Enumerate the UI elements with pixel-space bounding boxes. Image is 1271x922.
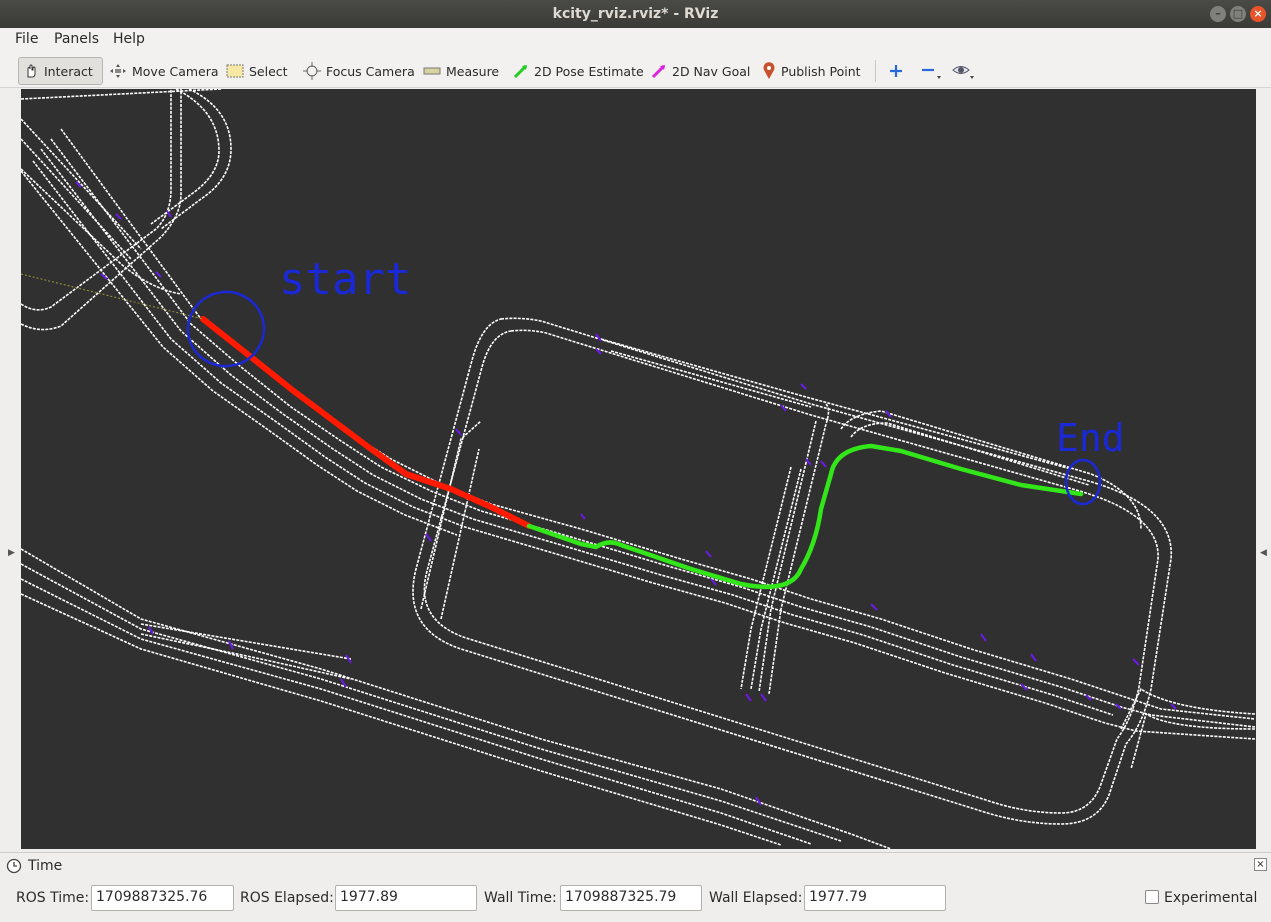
- wall-time-field[interactable]: 1709887325.79: [560, 885, 702, 911]
- clock-icon: [6, 858, 22, 874]
- eye-icon: [952, 66, 974, 79]
- time-panel-title: Time: [28, 858, 63, 874]
- menu-panels-label: Panels: [54, 31, 100, 47]
- start-annotation-label: start: [279, 254, 411, 305]
- stop-line-markers: [75, 181, 1177, 806]
- hand-pointer-icon: [27, 64, 36, 78]
- window-title: kcity_rviz.rviz* - RViz: [552, 6, 719, 22]
- expand-left-icon: ▶: [8, 548, 15, 558]
- pose-estimate-tool-button[interactable]: 2D Pose Estimate: [509, 57, 648, 85]
- pose-estimate-label: 2D Pose Estimate: [534, 63, 644, 79]
- wall-elapsed-field[interactable]: 1977.79: [804, 885, 946, 911]
- publish-point-tool-button[interactable]: Publish Point: [758, 57, 865, 85]
- ruler-icon: [423, 67, 441, 75]
- menu-file[interactable]: File: [15, 31, 38, 47]
- close-button[interactable]: ×: [1250, 6, 1266, 22]
- view-options-button[interactable]: [948, 57, 980, 85]
- minimize-button[interactable]: –: [1210, 6, 1226, 22]
- menu-file-label: File: [15, 31, 39, 47]
- interact-tool-button[interactable]: Interact: [18, 57, 103, 85]
- remove-tool-button[interactable]: [916, 57, 946, 85]
- end-annotation: End: [1056, 416, 1125, 506]
- magenta-arrow-icon: [651, 64, 666, 79]
- focus-camera-tool-button[interactable]: Focus Camera: [299, 57, 419, 85]
- menubar: File Panels Help: [0, 28, 1271, 52]
- ros-time-field[interactable]: 1709887325.76: [91, 885, 234, 911]
- map-canvas: start End: [21, 89, 1256, 849]
- focus-camera-label: Focus Camera: [326, 63, 415, 79]
- window-titlebar: kcity_rviz.rviz* - RViz – □ ×: [0, 0, 1271, 28]
- end-annotation-label: End: [1056, 416, 1125, 460]
- wall-time-label: Wall Time:: [484, 890, 557, 906]
- time-panel: Time × ROS Time: 1709887325.76 ROS Elaps…: [0, 852, 1271, 922]
- left-dock-collapse[interactable]: ▶: [0, 88, 21, 852]
- select-box-icon: [226, 64, 244, 78]
- green-arrow-icon: [513, 64, 528, 79]
- minus-icon: [922, 68, 941, 79]
- experimental-checkbox[interactable]: [1145, 890, 1159, 904]
- right-dock-collapse[interactable]: ◀: [1256, 88, 1271, 852]
- ros-elapsed-field[interactable]: 1977.89: [335, 885, 477, 911]
- move-camera-tool-button[interactable]: Move Camera: [105, 57, 223, 85]
- nav-goal-label: 2D Nav Goal: [672, 63, 751, 79]
- interact-label: Interact: [44, 63, 93, 79]
- publish-point-label: Publish Point: [781, 63, 861, 79]
- map-pin-icon: [763, 62, 775, 79]
- nav-goal-tool-button[interactable]: 2D Nav Goal: [647, 57, 754, 85]
- menu-help-label: Help: [113, 31, 145, 47]
- ros-elapsed-label: ROS Elapsed:: [240, 890, 334, 906]
- time-panel-header: Time: [6, 858, 62, 874]
- ros-time-label: ROS Time:: [16, 890, 90, 906]
- measure-label: Measure: [446, 63, 500, 79]
- move-camera-label: Move Camera: [132, 63, 219, 79]
- select-label: Select: [249, 63, 288, 79]
- focus-camera-icon: [303, 62, 321, 80]
- select-tool-button[interactable]: Select: [222, 57, 292, 85]
- experimental-label: Experimental: [1164, 890, 1258, 906]
- toolbar-separator: [875, 60, 876, 82]
- close-panel-icon[interactable]: ×: [1254, 858, 1267, 871]
- move-camera-icon: [110, 64, 126, 78]
- add-tool-button[interactable]: [884, 57, 908, 85]
- start-annotation: start: [186, 254, 411, 368]
- plus-icon: [890, 65, 902, 77]
- menu-help[interactable]: Help: [113, 31, 145, 47]
- expand-right-icon: ◀: [1260, 548, 1267, 558]
- maximize-button[interactable]: □: [1230, 6, 1246, 22]
- toolbar: Interact Move Camera Select Focus Camera…: [0, 52, 1271, 88]
- menu-panels[interactable]: Panels: [54, 31, 99, 47]
- measure-tool-button[interactable]: Measure: [419, 57, 503, 85]
- 3d-render-view[interactable]: start End: [21, 89, 1256, 849]
- wall-elapsed-label: Wall Elapsed:: [709, 890, 803, 906]
